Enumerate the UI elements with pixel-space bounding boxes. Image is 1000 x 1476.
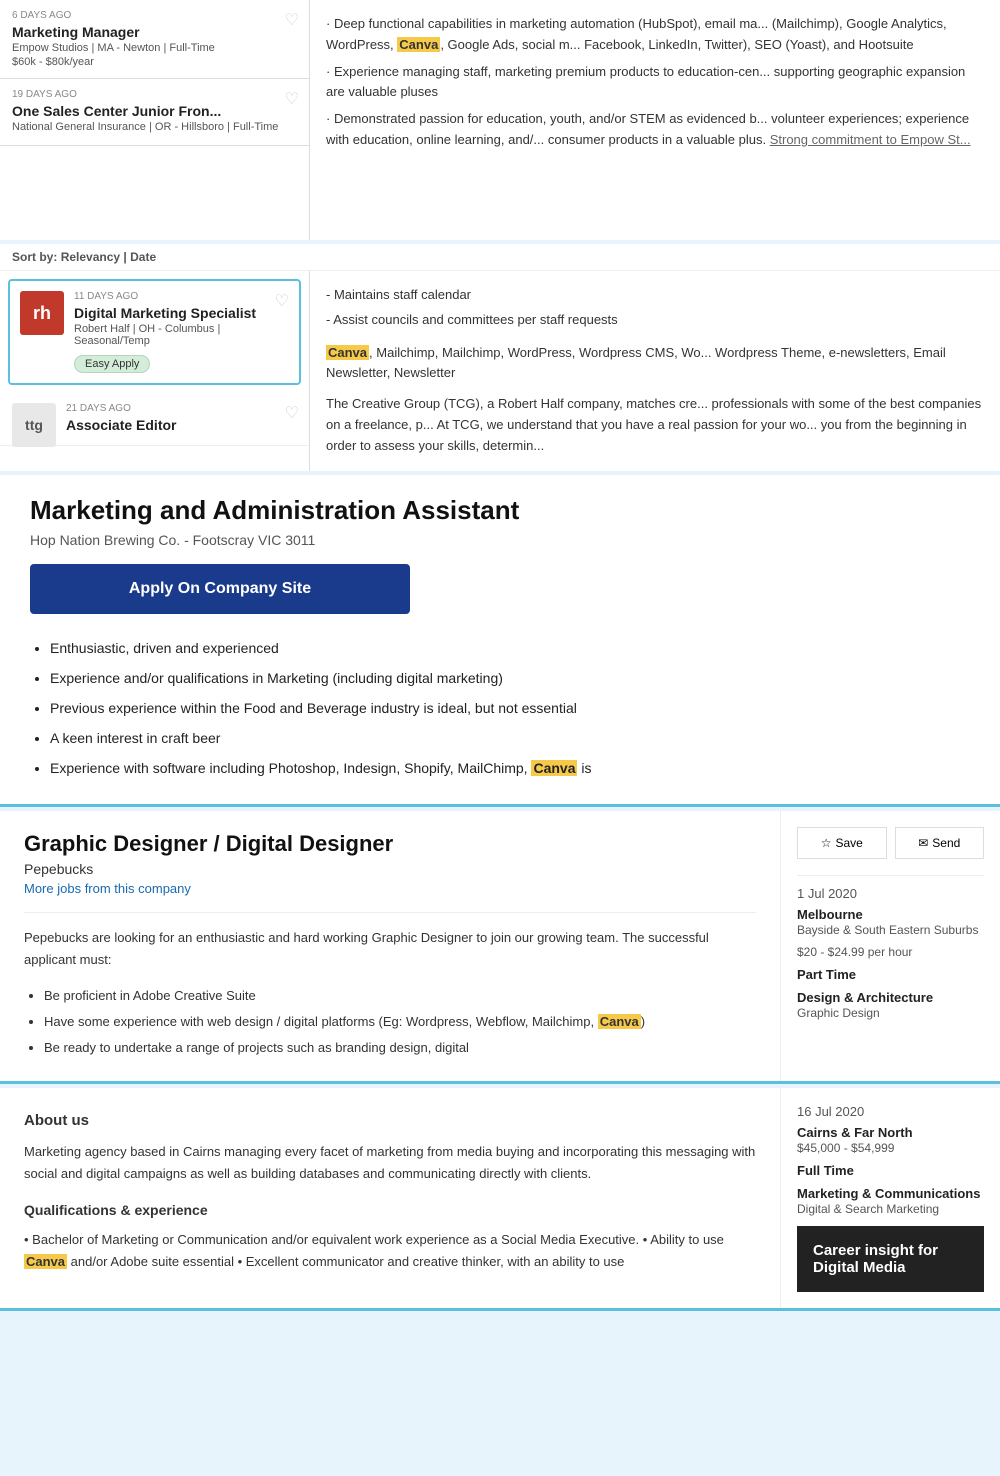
graphic-description: Pepebucks are looking for an enthusiasti… [24,927,756,971]
apply-on-company-site-button[interactable]: Apply On Company Site [30,564,410,614]
career-insight-box: Career insight for Digital Media [797,1226,984,1292]
assoc-days-ago: 21 DAYS AGO [66,403,297,414]
job-card-rh[interactable]: rh 11 DAYS AGO Digital Marketing Special… [8,279,301,385]
job-meta-1: Empow Studios | MA - Newton | Full-Time [12,42,297,54]
marketing-bullet-1: Enthusiastic, driven and experienced [50,634,970,662]
top-job-list: 6 DAYS AGO Marketing Manager Empow Studi… [0,0,310,240]
days-ago-1: 6 DAYS AGO [12,10,297,21]
sort-bar: Sort by: Relevancy | Date [0,244,1000,271]
graphic-location-sub: Bayside & South Eastern Suburbs [797,923,984,937]
graphic-bullets: Be proficient in Adobe Creative Suite Ha… [24,983,756,1061]
sort-separator: | [123,250,126,264]
job-title-2: One Sales Center Junior Fron... [12,103,297,119]
save-icon-assoc[interactable]: ♡ [285,403,299,423]
top-detail-panel: · Deep functional capabilities in market… [310,0,1000,240]
maintains-text: - Maintains staff calendar [326,285,984,306]
job-meta-2: National General Insurance | OR - Hillsb… [12,121,297,133]
more-jobs-link[interactable]: More jobs from this company [24,881,756,896]
marketing-bullet-4: A keen interest in craft beer [50,724,970,752]
sort-relevancy[interactable]: Relevancy [61,250,120,264]
graphic-bullet-1: Be proficient in Adobe Creative Suite [44,983,756,1009]
job-card-marketing-manager[interactable]: 6 DAYS AGO Marketing Manager Empow Studi… [0,0,309,79]
marketing-title: Marketing and Administration Assistant [30,495,970,526]
easy-apply-badge: Easy Apply [74,355,150,373]
aboutus-right-panel: 16 Jul 2020 Cairns & Far North $45,000 -… [780,1088,1000,1308]
mail-icon: ✉ [918,836,928,850]
rh-days-ago: 11 DAYS AGO [74,291,289,302]
rh-job-meta: Robert Half | OH - Columbus | Seasonal/T… [74,323,289,347]
sort-label: Sort by: [12,250,57,264]
aboutus-category-label: Marketing & Communications [797,1186,984,1201]
aboutus-category-sub: Digital & Search Marketing [797,1202,984,1216]
aboutus-title: About us [24,1108,756,1134]
job-card-assoc[interactable]: ttg 21 DAYS AGO Associate Editor ♡ [0,393,309,446]
graphic-action-buttons: ☆ Save ✉ Send [797,827,984,859]
rh-card-info: 11 DAYS AGO Digital Marketing Specialist… [74,291,289,373]
save-button[interactable]: ☆ Save [797,827,887,859]
job-salary-1: $60k - $80k/year [12,56,297,68]
aboutus-job-type-label: Full Time [797,1163,984,1178]
marketing-bullet-3: Previous experience within the Food and … [50,694,970,722]
graphic-company: Pepebucks [24,861,756,877]
job-title-1: Marketing Manager [12,24,297,40]
save-icon-1[interactable]: ♡ [285,10,299,30]
graphic-job-details: 1 Jul 2020 Melbourne Bayside & South Eas… [797,875,984,1020]
aboutus-location-label: Cairns & Far North [797,1125,984,1140]
career-insight-title: Career insight for Digital Media [813,1242,968,1276]
mid-section: rh 11 DAYS AGO Digital Marketing Special… [0,271,1000,471]
keywords-line: Canva, Mailchimp, Mailchimp, WordPress, … [326,343,984,385]
graphic-bullet-2: Have some experience with web design / d… [44,1009,756,1035]
graphic-right-panel: ☆ Save ✉ Send 1 Jul 2020 Melbourne Baysi… [780,811,1000,1081]
graphic-location-label: Melbourne [797,907,984,922]
save-icon-2[interactable]: ♡ [285,89,299,109]
star-icon: ☆ [821,836,832,850]
qual-text: • Bachelor of Marketing or Communication… [24,1229,756,1273]
graphic-job-type-label: Part Time [797,967,984,982]
graphic-category-sub: Graphic Design [797,1006,984,1020]
aboutus-date: 16 Jul 2020 [797,1104,984,1119]
mid-section-wrapper: Sort by: Relevancy | Date rh 11 DAYS AGO… [0,244,1000,471]
sort-date[interactable]: Date [130,250,156,264]
marketing-section: Marketing and Administration Assistant H… [0,475,1000,807]
graphic-date: 1 Jul 2020 [797,886,984,901]
aboutus-description: Marketing agency based in Cairns managin… [24,1141,756,1185]
graphic-salary: $20 - $24.99 per hour [797,945,984,959]
send-button[interactable]: ✉ Send [895,827,985,859]
rh-job-title: Digital Marketing Specialist [74,305,289,321]
assist-text: - Assist councils and committees per sta… [326,310,984,331]
graphic-left-panel: Graphic Designer / Digital Designer Pepe… [0,811,780,1081]
save-icon-rh[interactable]: ♡ [275,291,289,311]
marketing-company: Hop Nation Brewing Co. - Footscray VIC 3… [30,532,970,548]
graphic-bullet-3: Be ready to undertake a range of project… [44,1035,756,1061]
graphic-section: Graphic Designer / Digital Designer Pepe… [0,811,1000,1084]
detail-bullet-3: · Demonstrated passion for education, yo… [326,109,984,151]
aboutus-section: About us Marketing agency based in Cairn… [0,1088,1000,1311]
aboutus-salary: $45,000 - $54,999 [797,1141,984,1155]
job-card-sales[interactable]: 19 DAYS AGO One Sales Center Junior Fron… [0,79,309,146]
marketing-bullets: Enthusiastic, driven and experienced Exp… [30,634,970,782]
mid-job-list: rh 11 DAYS AGO Digital Marketing Special… [0,271,310,471]
mid-detail-panel: - Maintains staff calendar - Assist coun… [310,271,1000,471]
graphic-designer-title: Graphic Designer / Digital Designer [24,831,756,857]
marketing-bullet-2: Experience and/or qualifications in Mark… [50,664,970,692]
top-section: 6 DAYS AGO Marketing Manager Empow Studi… [0,0,1000,240]
detail-bullet-2: · Experience managing staff, marketing p… [326,62,984,104]
days-ago-2: 19 DAYS AGO [12,89,297,100]
assoc-card-info: 21 DAYS AGO Associate Editor [66,403,297,435]
aboutus-left-panel: About us Marketing agency based in Cairn… [0,1088,780,1308]
detail-bullet-1: · Deep functional capabilities in market… [326,14,984,56]
marketing-bullet-5: Experience with software including Photo… [50,754,970,782]
tcg-description: The Creative Group (TCG), a Robert Half … [326,394,984,456]
assoc-logo: ttg [12,403,56,447]
qual-title: Qualifications & experience [24,1199,756,1223]
graphic-category-label: Design & Architecture [797,990,984,1005]
assoc-job-title: Associate Editor [66,417,297,433]
rh-logo: rh [20,291,64,335]
